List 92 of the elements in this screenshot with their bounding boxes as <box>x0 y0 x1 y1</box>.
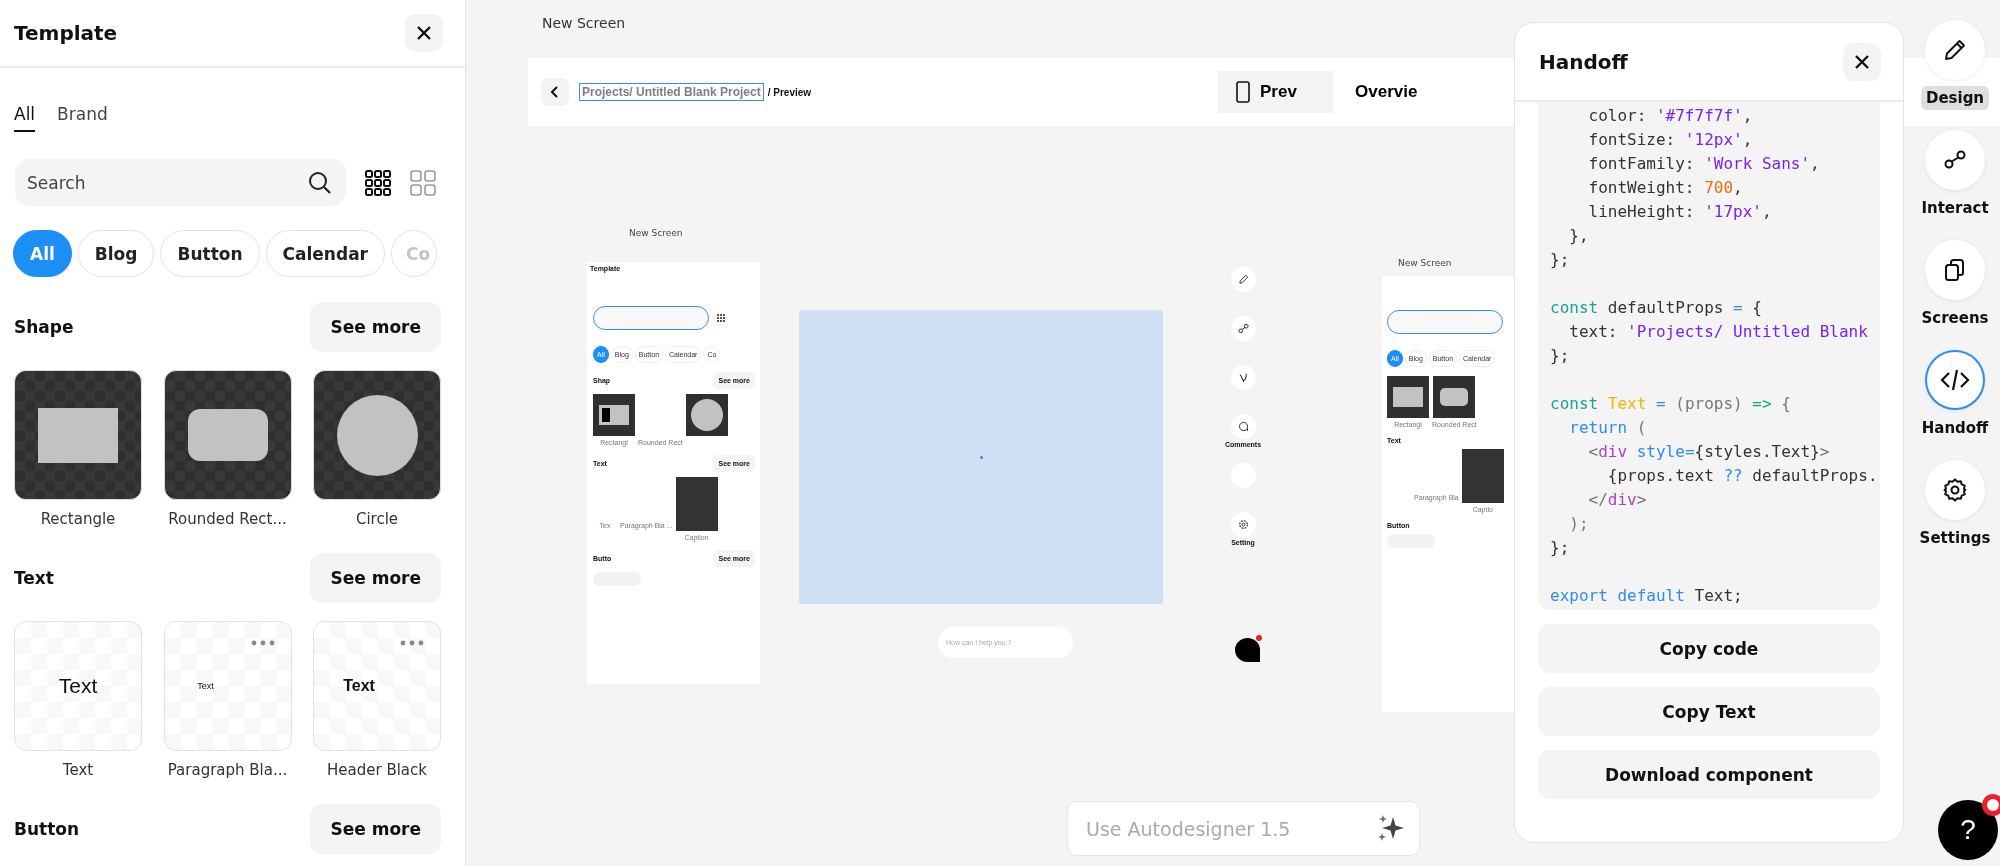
nodes-icon <box>1237 323 1249 334</box>
code-line: </div> <box>1587 489 1647 511</box>
template-label: Circle <box>355 510 399 528</box>
screen-label: New Screen <box>1398 258 1452 268</box>
comment-icon <box>1237 421 1249 432</box>
code-line: const defaultProps = { <box>1550 297 1762 319</box>
search-field[interactable]: Search <box>15 159 346 206</box>
tab[interactable]: Brand <box>57 104 108 132</box>
phone-icon <box>1236 81 1250 103</box>
template-label: Text <box>62 761 94 779</box>
code-line: }; <box>1550 537 1570 559</box>
section-title: Shape <box>14 317 74 337</box>
text-thumbnail[interactable]: Text <box>163 621 292 751</box>
see-more-button[interactable]: See more <box>310 302 441 352</box>
view-tab[interactable]: Overvie <box>1337 71 1436 113</box>
category-chip[interactable]: Blog <box>77 230 155 277</box>
close-button[interactable] <box>1843 42 1881 81</box>
text-sample: Text <box>58 674 98 698</box>
view-tab[interactable]: Prev <box>1218 71 1333 113</box>
breadcrumb-link[interactable]: Projects/ Untitled Blank Project <box>579 83 764 101</box>
shape-thumbnail[interactable] <box>163 370 292 500</box>
text-thumbnail[interactable]: Text <box>14 621 142 751</box>
autodesigner-field[interactable]: Use Autodesigner 1.5 <box>1067 801 1420 856</box>
mini-shape-thumbnail <box>1433 376 1476 418</box>
more-icon[interactable] <box>400 640 424 646</box>
code-line: {props.text ?? defaultProps. <box>1606 465 1878 487</box>
screen-label: New Screen <box>629 228 683 238</box>
frame-label: New Screen <box>542 15 626 31</box>
section-title: Text <box>14 568 54 588</box>
shape-thumbnail[interactable] <box>14 370 142 500</box>
hook-icon <box>1237 372 1249 383</box>
shape-thumbnail[interactable] <box>313 370 441 500</box>
code-icon <box>1940 367 1970 393</box>
chevron-left-icon <box>550 85 560 99</box>
mini-shape-thumbnail <box>685 394 728 436</box>
rail-label: Handoff <box>1920 418 1990 439</box>
template-label: Rounded Rect... <box>168 510 287 528</box>
mini-shape-thumbnail <box>1387 376 1429 418</box>
rail-label: Settings <box>1918 528 1992 549</box>
center-dot <box>979 455 983 459</box>
close-icon <box>1854 53 1870 70</box>
code-line: const Text = (props) => { <box>1550 393 1791 415</box>
code-line: color: '#7f7f7f', <box>1587 105 1753 127</box>
close-icon <box>416 25 432 41</box>
code-line: fontSize: '12px', <box>1587 129 1753 151</box>
text-sample: Text <box>197 681 214 691</box>
tab[interactable]: All <box>14 104 36 132</box>
text-thumbnail[interactable]: Text <box>313 621 441 751</box>
breadcrumb-current: / Preview <box>767 86 812 98</box>
action-button[interactable]: Copy code <box>1538 624 1880 673</box>
code-line: }; <box>1550 249 1570 271</box>
code-line: }; <box>1550 345 1570 367</box>
action-button[interactable]: Copy Text <box>1538 687 1880 736</box>
code-line: return ( <box>1568 417 1647 439</box>
code-line: export default Text; <box>1550 585 1743 607</box>
panel-title: Handoff <box>1539 49 1628 74</box>
back-button[interactable] <box>541 78 569 106</box>
code-line: lineHeight: '17px', <box>1587 201 1772 223</box>
rail-button[interactable] <box>1925 350 1985 410</box>
rail-label: Screens <box>1920 308 1990 329</box>
more-icon[interactable] <box>250 640 275 646</box>
see-more-button[interactable]: See more <box>310 553 441 603</box>
code-line: ); <box>1568 513 1589 535</box>
text-sample: Text <box>343 677 375 695</box>
code-line: }, <box>1568 225 1589 247</box>
small-grid-button[interactable] <box>365 169 391 196</box>
mini-shape-thumbnail <box>593 394 635 436</box>
template-label: Rectangle <box>40 510 116 528</box>
mini-thumbnail <box>1461 449 1504 503</box>
template-label: Header Black <box>327 761 427 779</box>
code-line: <div style={styles.Text}> <box>1587 441 1830 463</box>
settings-icon <box>1237 519 1249 530</box>
pencil-icon <box>1237 274 1249 285</box>
template-label: Paragraph Bla... <box>167 761 288 779</box>
action-button[interactable]: Download component <box>1538 750 1880 799</box>
close-button[interactable] <box>405 14 443 52</box>
settings-icon <box>1942 477 1968 503</box>
panel-title: Template <box>14 21 118 45</box>
code-line: text: 'Projects/ Untitled Blank <box>1568 321 1868 343</box>
code-line: fontFamily: 'Work Sans', <box>1587 153 1820 175</box>
help-button[interactable]: ? <box>1938 800 1998 860</box>
pencil-icon <box>1942 37 1968 63</box>
rail-label: Design <box>1920 86 1990 110</box>
rail-label: Interact <box>1920 198 1990 219</box>
search-icon[interactable] <box>308 171 332 195</box>
mini-thumbnail <box>675 477 718 531</box>
large-grid-button[interactable] <box>410 169 436 196</box>
see-more-button[interactable]: See more <box>310 804 441 854</box>
section-title: Button <box>14 819 80 839</box>
category-chip[interactable]: Button <box>160 230 260 277</box>
code-line: fontWeight: 700, <box>1587 177 1743 199</box>
category-chip[interactable]: Calendar <box>265 230 385 277</box>
